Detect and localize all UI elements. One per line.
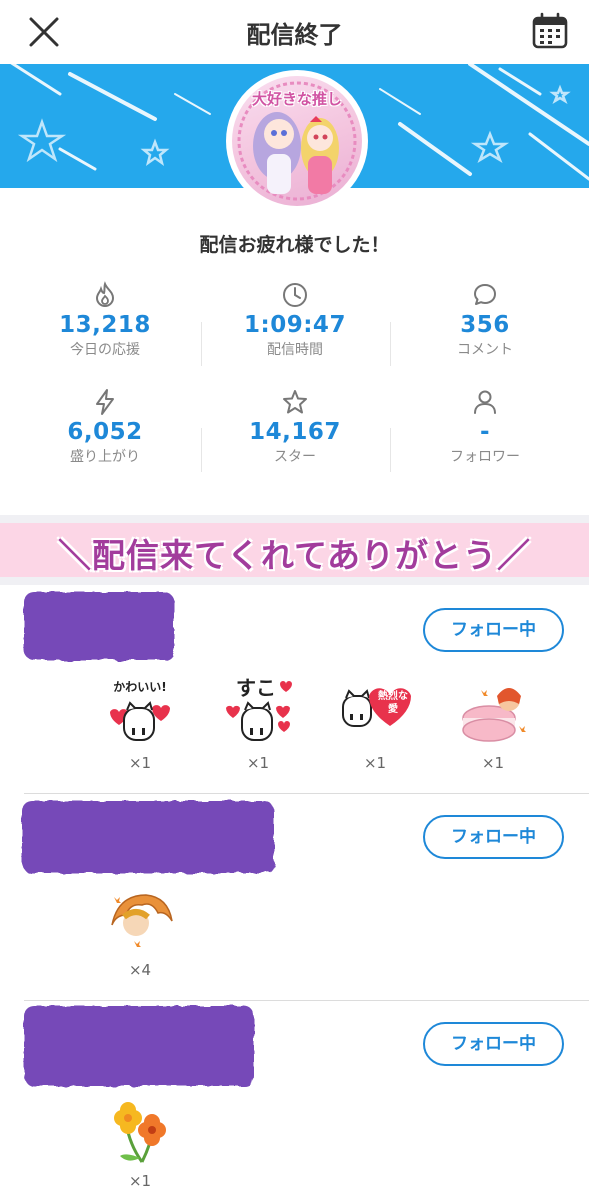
follow-button[interactable]: フォロー中 (423, 608, 564, 652)
avatar-caption: 大好きな推し (251, 90, 342, 108)
follow-button[interactable]: フォロー中 (423, 1022, 564, 1066)
gift-item: すこ ×1 (218, 676, 298, 772)
page-title: 配信終了 (246, 21, 343, 49)
gift-count: ×1 (363, 754, 387, 772)
redacted-username (24, 1006, 254, 1086)
clock-icon (283, 283, 307, 307)
row-divider (24, 793, 589, 794)
avatar-illustration: 大好きな推し (232, 76, 362, 206)
stat-value: - (479, 419, 491, 445)
redacted-username (24, 592, 174, 660)
croissant-sticker-icon (111, 894, 173, 947)
calendar-icon (532, 12, 568, 49)
gift-item: ×1 (453, 678, 533, 772)
top-bar: 配信終了 (0, 0, 589, 64)
viewer-row: フォロー中 ×1 (0, 1002, 589, 1199)
flame-icon (95, 281, 115, 307)
viewer-row: フォロー中 かわいい! ×1 すこ ×1 熱烈な愛 ×1 ×1 (0, 588, 589, 793)
streamer-avatar[interactable]: 大好きな推し (226, 70, 368, 212)
thanks-banner-text: ＼配信来てくれてありがとう／ (57, 536, 532, 575)
stat-label: 配信時間 (267, 342, 323, 358)
redacted-username (22, 801, 274, 873)
stat-duration: 1:09:47 配信時間 (200, 281, 390, 359)
stat-stars: 14,167 スター (200, 388, 390, 466)
stat-label: 今日の応援 (70, 342, 140, 358)
stat-value: 1:09:47 (244, 312, 346, 338)
stat-cheers: 13,218 今日の応援 (10, 281, 200, 359)
gift-item: かわいい! ×1 (100, 678, 180, 772)
gift-item: 熱烈な愛 ×1 (335, 678, 415, 772)
star-icon (283, 390, 307, 414)
stat-label: フォロワー (450, 449, 520, 465)
stat-divider (201, 322, 202, 366)
stat-label: 盛り上がり (70, 449, 140, 465)
row-divider (24, 1000, 589, 1001)
viewer-row: フォロー中 ×4 (0, 795, 589, 1000)
stat-divider (390, 322, 391, 366)
gift-count: ×1 (128, 1172, 152, 1190)
flower-sticker-icon (114, 1102, 166, 1163)
gift-count: ×1 (481, 754, 505, 772)
comment-icon (474, 284, 496, 305)
stat-comments: 356 コメント (390, 281, 580, 359)
thanks-banner: ＼配信来てくれてありがとう／ (0, 515, 589, 585)
thanks-message: 配信お疲れ様でした！ (199, 234, 390, 256)
stat-value: 13,218 (59, 312, 151, 338)
follow-button[interactable]: フォロー中 (423, 815, 564, 859)
gift-count: ×1 (128, 754, 152, 772)
gift-item: ×1 (100, 1096, 180, 1190)
thanks-banner-strip: ＼配信来てくれてありがとう／ (0, 523, 589, 577)
sticker-text: すこ (236, 676, 276, 700)
sticker-text: かわいい! (113, 680, 167, 694)
person-icon (474, 390, 496, 414)
stat-excitement: 6,052 盛り上がり (10, 388, 200, 466)
stat-label: コメント (457, 342, 513, 358)
lightning-icon (96, 389, 114, 415)
macaron-sticker-icon (462, 688, 526, 742)
stat-value: 6,052 (67, 419, 143, 445)
sticker-text: 熱烈な愛 (378, 691, 408, 715)
gift-count: ×4 (128, 961, 152, 979)
calendar-button[interactable] (531, 12, 569, 50)
gift-item: ×4 (100, 885, 180, 979)
stat-label: スター (274, 449, 316, 465)
stat-followers: - フォロワー (390, 388, 580, 466)
stat-divider (390, 428, 391, 472)
stat-value: 356 (460, 312, 510, 338)
stat-value: 14,167 (249, 419, 341, 445)
gift-count: ×1 (246, 754, 270, 772)
stat-divider (201, 428, 202, 472)
